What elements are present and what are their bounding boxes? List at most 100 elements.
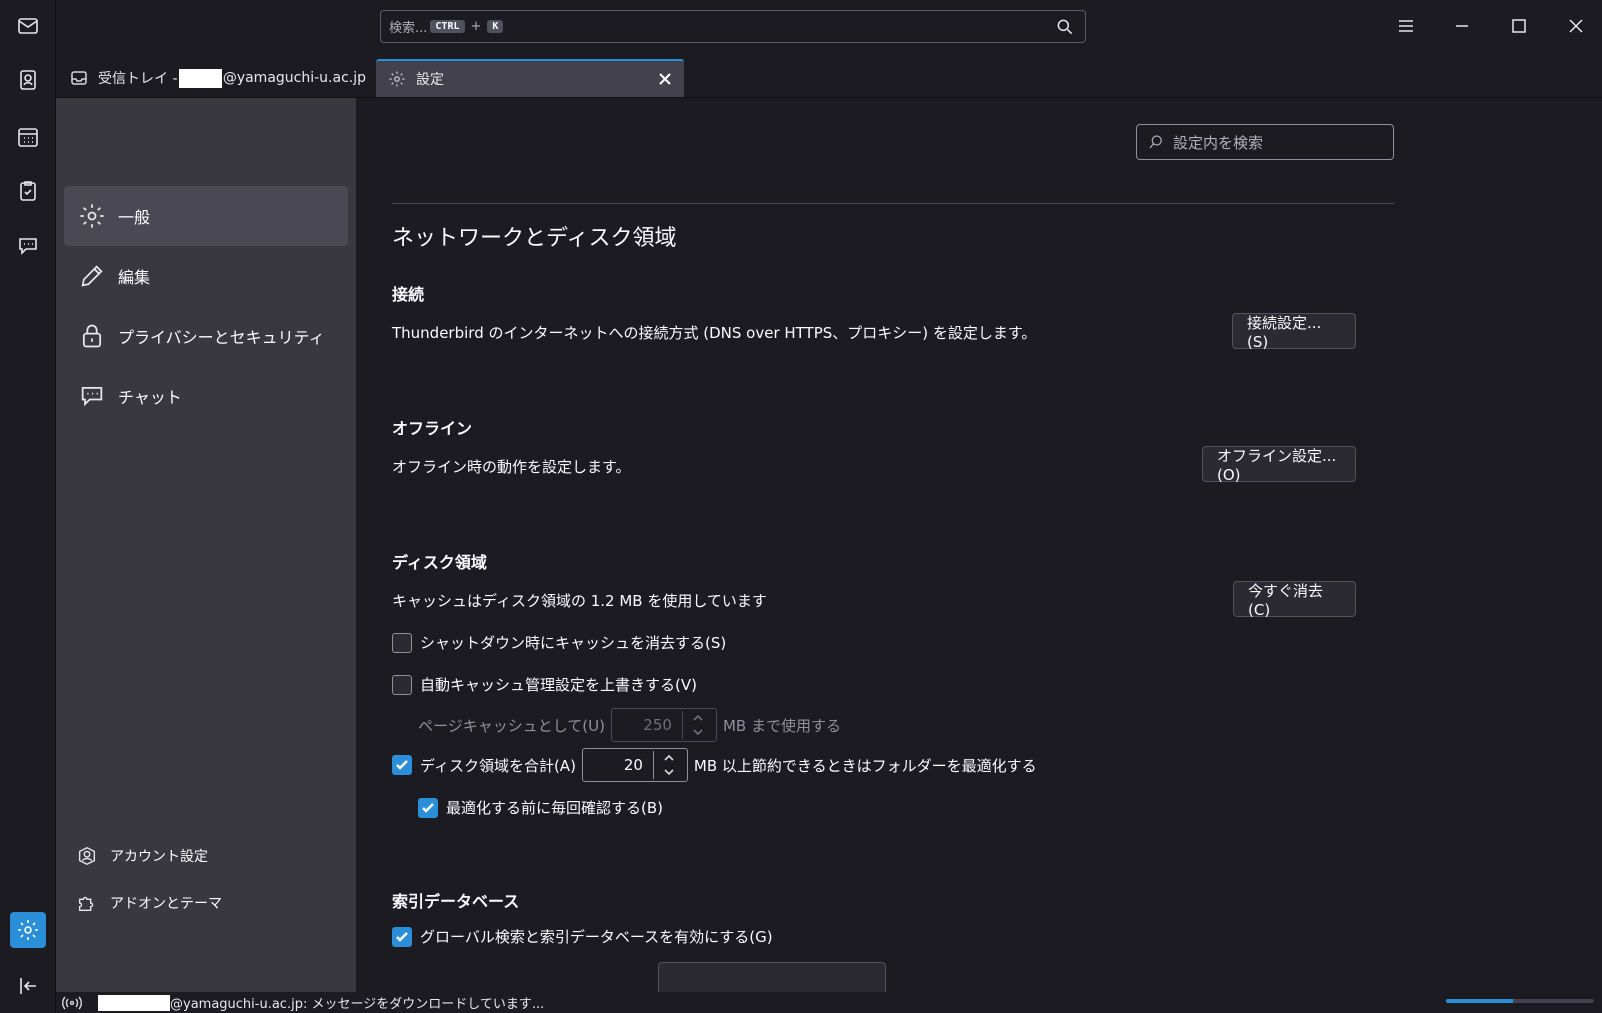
status-text: @yamaguchi-u.ac.jp: メッセージをダウンロードしています...: [170, 997, 545, 1012]
nav-item-label: 一般: [118, 208, 151, 227]
close-tab-button[interactable]: [656, 70, 674, 88]
search-icon: [1149, 135, 1162, 149]
chevron-down-icon[interactable]: [654, 765, 685, 779]
connection-desc: Thunderbird のインターネットへの接続方式 (DNS over HTT…: [392, 324, 1037, 342]
checkmark-icon: [396, 931, 408, 942]
offline-title: オフライン: [392, 419, 473, 438]
gear-icon: [389, 71, 405, 87]
chevron-up-icon[interactable]: [654, 751, 685, 765]
nav-item-label: 編集: [118, 268, 151, 287]
global-search-bar[interactable]: 検索... CTRL + K: [380, 10, 1086, 43]
section-title: ネットワークとディスク領域: [392, 226, 677, 251]
clear-on-shutdown-label: シャットダウン時にキャッシュを消去する(S): [420, 634, 727, 652]
checkmark-icon: [396, 760, 408, 770]
nav-item-privacy[interactable]: プライバシーとセキュリティ: [64, 306, 348, 366]
global-search-row[interactable]: グローバル検索と索引データベースを有効にする(G): [392, 926, 773, 947]
tasks-space-button[interactable]: [10, 173, 46, 209]
tab-settings-label: 設定: [416, 72, 444, 88]
confirm-compact-checkbox[interactable]: [418, 797, 438, 818]
account-icon: [78, 846, 96, 866]
compact-threshold-stepper[interactable]: 20: [581, 748, 688, 782]
tab-bar: 受信トレイ - @yamaguchi-u.ac.jp 設定: [56, 52, 1602, 98]
shortcut-key-k: K: [487, 20, 504, 33]
nav-item-compose[interactable]: 編集: [64, 246, 348, 306]
collapse-spaces-button[interactable]: [10, 968, 46, 1004]
close-icon: [659, 73, 671, 85]
settings-nav: 一般 編集 プライバシーとセキュリティ チャット アカウント設定 アドオンとテー…: [56, 98, 356, 992]
maximize-button[interactable]: [1505, 12, 1533, 40]
clear-on-shutdown-row[interactable]: シャットダウン時にキャッシュを消去する(S): [392, 632, 726, 653]
override-cache-checkbox[interactable]: [392, 674, 412, 695]
tab-inbox-label-prefix: 受信トレイ -: [98, 71, 178, 87]
mail-icon: [18, 18, 38, 34]
progress-fill: [1446, 999, 1513, 1003]
chevron-up-icon: [683, 711, 714, 725]
disk-title: ディスク領域: [392, 553, 487, 572]
settings-content: 設定内を検索 ネットワークとディスク領域 接続 Thunderbird のインタ…: [356, 98, 1602, 992]
offline-settings-button[interactable]: オフライン設定...(O): [1202, 446, 1356, 484]
puzzle-icon: [78, 896, 94, 912]
collapse-left-icon: [20, 978, 36, 994]
close-window-button[interactable]: [1562, 12, 1590, 40]
section-divider: [392, 203, 1394, 204]
redacted-account: [98, 994, 170, 1011]
redacted-account: [178, 68, 222, 88]
clear-on-shutdown-checkbox[interactable]: [392, 632, 412, 653]
calendar-space-button[interactable]: [10, 119, 46, 155]
connection-title: 接続: [392, 285, 425, 304]
hamburger-icon: [1399, 20, 1413, 32]
page-cache-stepper: 250: [610, 708, 717, 742]
minimize-button[interactable]: [1448, 12, 1476, 40]
nav-item-general[interactable]: 一般: [64, 186, 348, 246]
gear-icon: [80, 204, 104, 228]
override-cache-row[interactable]: 自動キャッシュ管理設定を上書きする(V): [392, 674, 697, 695]
connection-settings-button[interactable]: 接続設定...(S): [1232, 313, 1356, 351]
page-cache-unit: MB まで使用する: [722, 716, 841, 735]
nav-item-label: プライバシーとセキュリティ: [118, 328, 325, 347]
clear-cache-button[interactable]: 今すぐ消去(C): [1233, 581, 1356, 619]
page-cache-label: ページキャッシュとして(U): [418, 716, 605, 735]
confirm-compact-label: 最適化する前に毎回確認する(B): [446, 799, 663, 817]
compact-checkbox[interactable]: [392, 755, 412, 775]
gear-icon: [18, 920, 38, 940]
nav-item-chat[interactable]: チャット: [64, 366, 348, 426]
app-menu-button[interactable]: [1392, 12, 1420, 40]
page-cache-row: ページキャッシュとして(U) 250 MB まで使用する: [418, 708, 841, 742]
tab-settings[interactable]: 設定: [376, 59, 684, 97]
page-cache-value: 250: [643, 716, 672, 734]
chat-icon: [19, 238, 37, 255]
chat-space-button[interactable]: [10, 228, 46, 264]
addons-link[interactable]: アドオンとテーマ: [76, 888, 222, 918]
offline-desc: オフライン時の動作を設定します。: [392, 458, 631, 476]
download-progress-bar: [1446, 999, 1594, 1003]
settings-search-input[interactable]: 設定内を検索: [1136, 124, 1394, 160]
compact-row: ディスク領域を合計(A) 20 MB 以上節約できるときはフォルダーを最適化する: [392, 748, 1037, 782]
tab-inbox[interactable]: 受信トレイ - @yamaguchi-u.ac.jp: [58, 59, 366, 97]
search-icon[interactable]: [1055, 17, 1075, 37]
settings-search-placeholder: 設定内を検索: [1173, 133, 1264, 152]
global-search-checkbox[interactable]: [392, 926, 412, 947]
chat-icon: [81, 386, 103, 407]
close-icon: [1569, 19, 1583, 33]
global-search-label: グローバル検索と索引データベースを有効にする(G): [420, 928, 773, 946]
pencil-icon: [81, 265, 103, 287]
partial-button[interactable]: [658, 962, 886, 992]
search-placeholder: 検索...: [389, 21, 428, 36]
settings-space-button[interactable]: [10, 912, 46, 948]
address-book-space-button[interactable]: [10, 62, 46, 98]
mail-space-button[interactable]: [10, 8, 46, 44]
chevron-down-icon: [683, 725, 714, 739]
override-cache-label: 自動キャッシュ管理設定を上書きする(V): [420, 676, 697, 694]
calendar-icon: [18, 128, 38, 147]
disk-usage-desc: キャッシュはディスク領域の 1.2 MB を使用しています: [392, 592, 767, 610]
account-settings-link[interactable]: アカウント設定: [76, 841, 208, 871]
account-settings-label: アカウント設定: [110, 849, 208, 865]
confirm-compact-row[interactable]: 最適化する前に毎回確認する(B): [418, 797, 663, 818]
minimize-icon: [1456, 25, 1468, 27]
compact-value: 20: [623, 756, 643, 774]
lock-icon: [82, 324, 102, 348]
thunderbird-window: 検索... CTRL + K 受信トレイ - @yamaguchi-u.ac.j…: [0, 0, 1602, 1013]
online-status-icon[interactable]: [62, 995, 82, 1011]
index-title: 索引データベース: [392, 892, 520, 911]
status-bar: @yamaguchi-u.ac.jp: メッセージをダウンロードしています...: [56, 992, 1602, 1013]
